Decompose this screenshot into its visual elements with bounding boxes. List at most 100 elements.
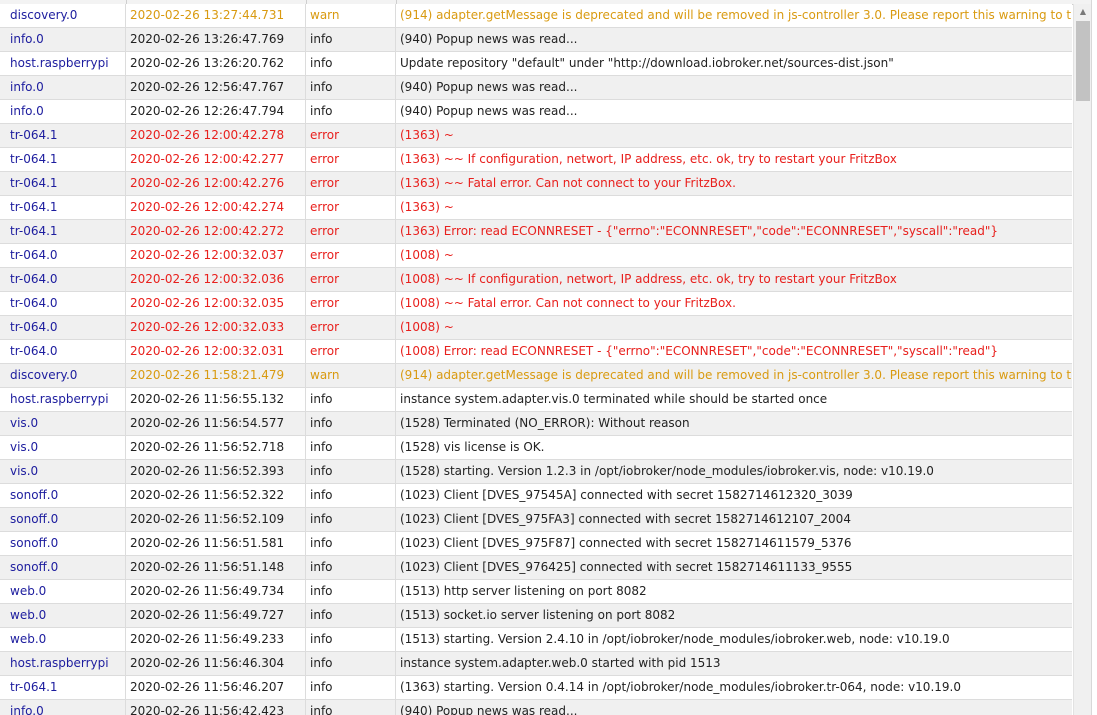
log-row[interactable]: sonoff.0 2020-02-26 11:56:52.109 info (1023… xyxy=(0,508,1072,532)
log-message-cell: (1513) socket.io server listening on por… xyxy=(400,608,676,622)
log-row[interactable]: vis.0 2020-02-26 11:56:54.577 info (1528) T… xyxy=(0,412,1072,436)
log-row[interactable]: info.0 2020-02-26 11:56:42.423 info (940) P… xyxy=(0,700,1072,715)
log-row[interactable]: tr-064.0 2020-02-26 12:00:32.037 error (100… xyxy=(0,244,1072,268)
log-severity-cell: info xyxy=(306,508,396,531)
log-row[interactable]: web.0 2020-02-26 11:56:49.734 info (1513) h… xyxy=(0,580,1072,604)
log-row[interactable]: tr-064.1 2020-02-26 12:00:42.278 error (136… xyxy=(0,124,1072,148)
log-severity-cell: info xyxy=(306,52,396,75)
log-row[interactable]: web.0 2020-02-26 11:56:49.233 info (1513) s… xyxy=(0,628,1072,652)
log-time-cell: 2020-02-26 11:56:55.132 xyxy=(126,388,306,411)
log-row[interactable]: info.0 2020-02-26 13:26:47.769 info (940) P… xyxy=(0,28,1072,52)
log-row[interactable]: host.raspberrypi 2020-02-26 11:56:55.132 i… xyxy=(0,388,1072,412)
log-source-cell: tr-064.1 xyxy=(0,148,126,171)
log-message-cell: (1008) ~~ If configuration, networt, IP … xyxy=(400,272,897,286)
log-source-cell: discovery.0 xyxy=(0,364,126,387)
log-severity-cell: info xyxy=(306,700,396,715)
log-message-cell: (1528) vis license is OK. xyxy=(400,440,545,454)
log-time-cell: 2020-02-26 11:56:52.109 xyxy=(126,508,306,531)
log-time-cell: 2020-02-26 13:26:20.762 xyxy=(126,52,306,75)
log-source-cell: info.0 xyxy=(0,700,126,715)
log-row[interactable]: sonoff.0 2020-02-26 11:56:51.581 info (1023… xyxy=(0,532,1072,556)
log-message-cell: (1363) starting. Version 0.4.14 in /opt/… xyxy=(400,680,961,694)
log-message-cell: (940) Popup news was read... xyxy=(400,104,578,118)
log-message-cell: (1528) starting. Version 1.2.3 in /opt/i… xyxy=(400,464,934,478)
log-row[interactable]: info.0 2020-02-26 12:26:47.794 info (940) P… xyxy=(0,100,1072,124)
log-severity-cell: info xyxy=(306,532,396,555)
log-row[interactable]: discovery.0 2020-02-26 11:58:21.479 warn (9… xyxy=(0,364,1072,388)
log-message-cell: (914) adapter.getMessage is deprecated a… xyxy=(400,8,1072,22)
log-time-cell: 2020-02-26 12:56:47.767 xyxy=(126,76,306,99)
log-row[interactable]: tr-064.0 2020-02-26 12:00:32.035 error (100… xyxy=(0,292,1072,316)
log-source-cell: host.raspberrypi xyxy=(0,52,126,75)
log-time-cell: 2020-02-26 12:00:42.272 xyxy=(126,220,306,243)
log-severity-cell: info xyxy=(306,388,396,411)
log-time-cell: 2020-02-26 11:56:52.718 xyxy=(126,436,306,459)
log-source-cell: host.raspberrypi xyxy=(0,652,126,675)
log-source-cell: tr-064.0 xyxy=(0,268,126,291)
log-source-cell: tr-064.0 xyxy=(0,244,126,267)
log-time-cell: 2020-02-26 13:27:44.731 xyxy=(126,4,306,27)
vertical-scrollbar[interactable]: ▲ xyxy=(1073,4,1092,715)
log-message-cell: instance system.adapter.vis.0 terminated… xyxy=(400,392,828,406)
log-severity-cell: info xyxy=(306,460,396,483)
scroll-thumb[interactable] xyxy=(1076,21,1090,101)
log-severity-cell: info xyxy=(306,436,396,459)
log-row[interactable]: info.0 2020-02-26 12:56:47.767 info (940) P… xyxy=(0,76,1072,100)
log-time-cell: 2020-02-26 11:56:49.734 xyxy=(126,580,306,603)
log-source-cell: sonoff.0 xyxy=(0,556,126,579)
log-message-cell: (940) Popup news was read... xyxy=(400,80,578,94)
scroll-up-arrow-icon[interactable]: ▲ xyxy=(1074,4,1092,20)
log-severity-cell: error xyxy=(306,148,396,171)
log-row[interactable]: tr-064.1 2020-02-26 12:00:42.274 error (136… xyxy=(0,196,1072,220)
log-severity-cell: info xyxy=(306,628,396,651)
log-time-cell: 2020-02-26 11:58:21.479 xyxy=(126,364,306,387)
log-time-cell: 2020-02-26 11:56:46.207 xyxy=(126,676,306,699)
log-message-cell: (1363) Error: read ECONNRESET - {"errno"… xyxy=(400,224,999,238)
log-severity-cell: info xyxy=(306,76,396,99)
log-severity-cell: info xyxy=(306,676,396,699)
log-message-cell: (1363) ~~ If configuration, networt, IP … xyxy=(400,152,897,166)
log-severity-cell: error xyxy=(306,124,396,147)
log-source-cell: sonoff.0 xyxy=(0,484,126,507)
log-message-cell: (1008) ~~ Fatal error. Can not connect t… xyxy=(400,296,736,310)
log-severity-cell: info xyxy=(306,556,396,579)
log-source-cell: tr-064.1 xyxy=(0,124,126,147)
window-edge xyxy=(1091,0,1097,715)
log-source-cell: sonoff.0 xyxy=(0,508,126,531)
log-row[interactable]: sonoff.0 2020-02-26 11:56:51.148 info (1023… xyxy=(0,556,1072,580)
log-source-cell: tr-064.1 xyxy=(0,676,126,699)
log-time-cell: 2020-02-26 11:56:51.148 xyxy=(126,556,306,579)
log-row[interactable]: web.0 2020-02-26 11:56:49.727 info (1513) s… xyxy=(0,604,1072,628)
log-row[interactable]: tr-064.0 2020-02-26 12:00:32.033 error (100… xyxy=(0,316,1072,340)
log-time-cell: 2020-02-26 11:56:42.423 xyxy=(126,700,306,715)
log-source-cell: tr-064.1 xyxy=(0,172,126,195)
log-row[interactable]: vis.0 2020-02-26 11:56:52.718 info (1528) v… xyxy=(0,436,1072,460)
log-row[interactable]: host.raspberrypi 2020-02-26 13:26:20.762 i… xyxy=(0,52,1072,76)
log-message-cell: (940) Popup news was read... xyxy=(400,704,578,715)
log-time-cell: 2020-02-26 11:56:54.577 xyxy=(126,412,306,435)
log-severity-cell: info xyxy=(306,652,396,675)
log-row[interactable]: tr-064.0 2020-02-26 12:00:32.031 error (100… xyxy=(0,340,1072,364)
log-row[interactable]: discovery.0 2020-02-26 13:27:44.731 warn (9… xyxy=(0,4,1072,28)
log-message-cell: (1513) http server listening on port 808… xyxy=(400,584,647,598)
log-time-cell: 2020-02-26 13:26:47.769 xyxy=(126,28,306,51)
log-severity-cell: info xyxy=(306,604,396,627)
log-severity-cell: info xyxy=(306,580,396,603)
log-row[interactable]: sonoff.0 2020-02-26 11:56:52.322 info (1023… xyxy=(0,484,1072,508)
log-message-cell: (1363) ~ xyxy=(400,200,454,214)
log-time-cell: 2020-02-26 11:56:49.727 xyxy=(126,604,306,627)
log-time-cell: 2020-02-26 12:00:42.277 xyxy=(126,148,306,171)
log-message-cell: (1363) ~ xyxy=(400,128,454,142)
log-source-cell: vis.0 xyxy=(0,460,126,483)
log-row[interactable]: tr-064.1 2020-02-26 11:56:46.207 info (1363… xyxy=(0,676,1072,700)
log-message-cell: Update repository "default" under "http:… xyxy=(400,56,894,70)
log-message-cell: (1023) Client [DVES_97545A] connected wi… xyxy=(400,488,853,502)
log-row[interactable]: tr-064.0 2020-02-26 12:00:32.036 error (100… xyxy=(0,268,1072,292)
log-row[interactable]: tr-064.1 2020-02-26 12:00:42.277 error (136… xyxy=(0,148,1072,172)
log-row[interactable]: tr-064.1 2020-02-26 12:00:42.272 error (136… xyxy=(0,220,1072,244)
log-source-cell: tr-064.0 xyxy=(0,340,126,363)
log-row[interactable]: vis.0 2020-02-26 11:56:52.393 info (1528) s… xyxy=(0,460,1072,484)
log-message-cell: (940) Popup news was read... xyxy=(400,32,578,46)
log-row[interactable]: tr-064.1 2020-02-26 12:00:42.276 error (136… xyxy=(0,172,1072,196)
log-row[interactable]: host.raspberrypi 2020-02-26 11:56:46.304 i… xyxy=(0,652,1072,676)
